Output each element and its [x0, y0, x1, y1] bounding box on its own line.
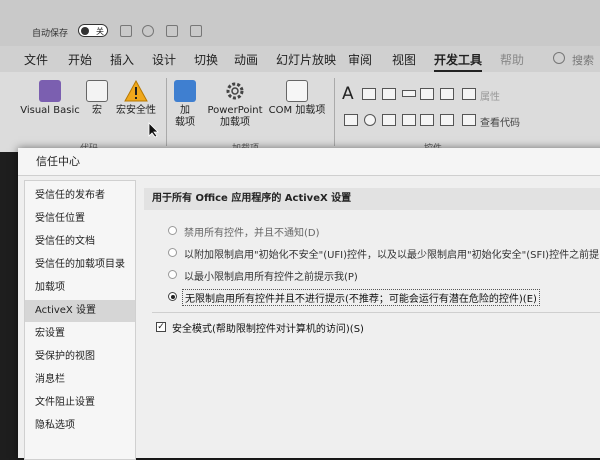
title-bar: 自动保存 关	[0, 0, 600, 46]
nav-item-trusted-documents[interactable]: 受信任的文档	[25, 231, 135, 253]
nav-item-trusted-locations[interactable]: 受信任位置	[25, 208, 135, 230]
macro-label: 宏	[92, 105, 102, 116]
macro-security-label: 宏安全性	[116, 105, 156, 116]
mouse-cursor-icon	[148, 122, 159, 138]
tab-design[interactable]: 设计	[152, 51, 176, 68]
option-label: 以最小限制启用所有控件之前提示我(P)	[184, 272, 358, 283]
visual-basic-icon	[39, 80, 61, 102]
visual-basic-label: Visual Basic	[20, 105, 80, 116]
image-control-icon[interactable]	[420, 88, 434, 100]
addins-label-2: 载项	[175, 117, 195, 128]
view-code-button[interactable]: 查看代码	[480, 114, 520, 129]
view-code-icon[interactable]	[462, 114, 476, 126]
tab-animations[interactable]: 动画	[234, 51, 258, 68]
tab-view[interactable]: 视图	[392, 51, 416, 68]
spin-control-icon[interactable]	[420, 114, 434, 126]
autosave-state: 关	[96, 27, 104, 36]
checkbox-control-icon[interactable]	[344, 114, 358, 126]
nav-item-file-block[interactable]: 文件阻止设置	[25, 392, 135, 414]
tab-developer[interactable]: 开发工具	[434, 51, 483, 72]
macro-icon	[86, 80, 108, 102]
radio-button[interactable]	[168, 248, 177, 257]
safe-mode-checkbox[interactable]: ✓	[156, 322, 166, 332]
gear-icon	[226, 82, 244, 100]
toggle-control-icon[interactable]	[382, 114, 396, 126]
warning-icon	[124, 80, 148, 102]
toggle-knob	[81, 27, 89, 35]
divider	[152, 312, 600, 313]
com-addins-label: COM 加载项	[268, 105, 326, 116]
addins-icon	[174, 80, 196, 102]
safe-mode-label: 安全模式(帮助限制控件对计算机的访问)(S)	[172, 324, 364, 335]
search-label[interactable]: 搜索	[572, 52, 594, 68]
more-controls-icon[interactable]	[440, 114, 454, 126]
nav-item-activex-settings[interactable]: ActiveX 设置	[25, 300, 135, 322]
list-control-icon[interactable]	[440, 88, 454, 100]
macro-security-button[interactable]: 宏安全性	[112, 80, 160, 117]
option-label: 以附加限制启用"初始化不安全"(UFI)控件，以及以最少限制启用"初始化安全"(…	[184, 250, 600, 261]
visual-basic-button[interactable]: Visual Basic	[20, 80, 80, 117]
tab-help[interactable]: 帮助	[500, 51, 524, 68]
properties-icon[interactable]	[462, 88, 476, 100]
ppt-addins-button[interactable]: PowerPoint 加载项	[204, 80, 266, 129]
properties-button[interactable]: 属性	[480, 88, 500, 103]
dialog-title: 信任中心	[18, 148, 600, 176]
activex-settings-panel: 用于所有 Office 应用程序的 ActiveX 设置 禁用所有控件，并且不通…	[144, 180, 600, 460]
addins-button[interactable]: 加 载项	[172, 80, 198, 129]
textbox-control-icon[interactable]	[362, 88, 376, 100]
radio-button-selected[interactable]	[168, 292, 177, 301]
tab-file[interactable]: 文件	[24, 51, 48, 68]
trust-center-dialog: 信任中心 受信任的发布者 受信任位置 受信任的文档 受信任的加载项目录 加载项 …	[18, 148, 600, 460]
undo-icon[interactable]	[142, 25, 154, 37]
nav-item-protected-view[interactable]: 受保护的视图	[25, 346, 135, 368]
tab-review[interactable]: 审阅	[348, 51, 372, 68]
trust-center-nav: 受信任的发布者 受信任位置 受信任的文档 受信任的加载项目录 加载项 Activ…	[24, 180, 136, 460]
tab-transitions[interactable]: 切换	[194, 51, 218, 68]
nav-item-macro-settings[interactable]: 宏设置	[25, 323, 135, 345]
com-addins-button[interactable]: COM 加载项	[268, 80, 326, 117]
slideshow-icon[interactable]	[190, 25, 202, 37]
search-icon[interactable]	[553, 52, 565, 64]
com-addins-icon	[286, 80, 308, 102]
option-label: 禁用所有控件，并且不通知(D)	[184, 228, 320, 239]
ppt-addins-label-2: 加载项	[220, 117, 250, 128]
autosave-toggle[interactable]: 关	[78, 24, 108, 37]
addins-label-1: 加	[180, 105, 190, 116]
combo-control-icon[interactable]	[402, 90, 416, 97]
ribbon-tabs: 文件 开始 插入 设计 切换 动画 幻灯片放映 审阅 视图 开发工具 帮助	[0, 46, 600, 72]
group-separator	[166, 78, 167, 146]
nav-item-message-bar[interactable]: 消息栏	[25, 369, 135, 391]
option-label: 无限制启用所有控件并且不进行提示(不推荐；可能会运行有潜在危险的控件)(E)	[182, 289, 540, 306]
redo-icon[interactable]	[166, 25, 178, 37]
section-header: 用于所有 Office 应用程序的 ActiveX 设置	[144, 188, 600, 210]
macro-button[interactable]: 宏	[84, 80, 110, 117]
save-icon[interactable]	[120, 25, 132, 37]
tab-insert[interactable]: 插入	[110, 51, 134, 68]
radio-button[interactable]	[168, 226, 177, 235]
option-control-icon[interactable]	[364, 114, 376, 126]
tab-home[interactable]: 开始	[68, 51, 92, 68]
label-control-icon[interactable]: A	[342, 84, 354, 104]
nav-item-trusted-publishers[interactable]: 受信任的发布者	[25, 185, 135, 207]
nav-item-trusted-addin-catalogs[interactable]: 受信任的加载项目录	[25, 254, 135, 276]
button-control-icon[interactable]	[382, 88, 396, 100]
nav-item-privacy[interactable]: 隐私选项	[25, 415, 135, 437]
autosave-label: 自动保存	[32, 29, 69, 39]
nav-item-addins[interactable]: 加载项	[25, 277, 135, 299]
ppt-addins-label-1: PowerPoint	[207, 105, 263, 116]
group-separator	[334, 78, 335, 146]
scrollbar-control-icon[interactable]	[402, 114, 416, 126]
radio-button[interactable]	[168, 270, 177, 279]
tab-slideshow[interactable]: 幻灯片放映	[276, 51, 336, 68]
